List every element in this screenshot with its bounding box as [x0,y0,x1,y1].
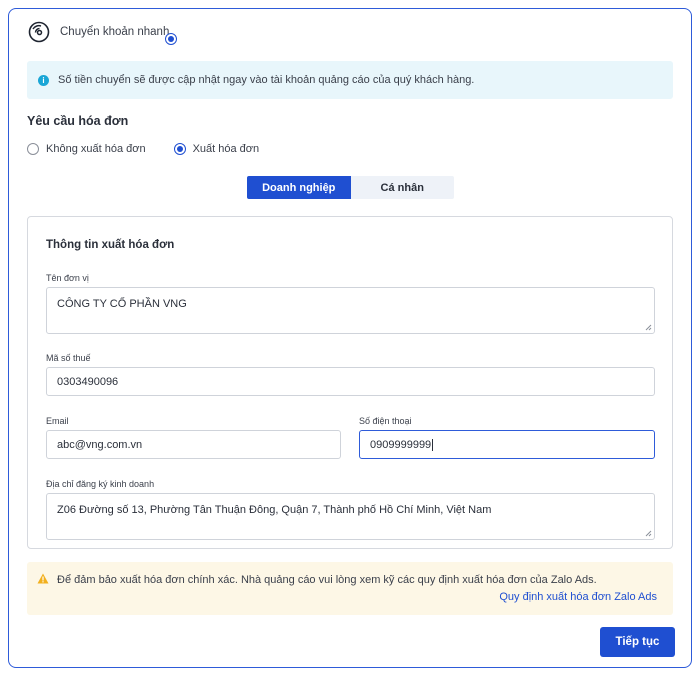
option-invoice[interactable]: Xuất hóa đơn [173,143,260,155]
payment-method-header[interactable]: Chuyển khoản nhanh [28,19,679,45]
resize-handle-icon[interactable] [644,323,652,331]
info-text: Số tiền chuyển sẽ được cập nhật ngay vào… [58,74,475,86]
invoice-info-form: Thông tin xuất hóa đơn Tên đơn vị CÔNG T… [27,216,673,549]
invoice-policy-link[interactable]: Quy định xuất hóa đơn Zalo Ads [499,591,657,603]
payment-method-card: Chuyển khoản nhanh i Số tiền chuyển sẽ đ… [8,8,692,668]
tax-code-label: Mã số thuế [46,353,91,363]
address-value: Z06 Đường số 13, Phường Tân Thuận Đông, … [57,504,492,516]
phone-value: 0909999999 [370,438,432,451]
option-invoice-label: Xuất hóa đơn [192,143,260,155]
company-name-field[interactable]: CÔNG TY CỔ PHẦN VNG [46,287,655,334]
info-banner: i Số tiền chuyển sẽ được cập nhật ngay v… [27,61,673,99]
resize-handle-icon[interactable] [644,529,652,537]
payment-method-title: Chuyển khoản nhanh [60,26,170,38]
phone-field[interactable]: 0909999999 [359,430,655,459]
email-label: Email [46,416,69,426]
tab-business[interactable]: Doanh nghiệp [247,176,351,199]
option-no-invoice[interactable]: Không xuất hóa đơn [27,143,146,155]
address-field[interactable]: Z06 Đường số 13, Phường Tân Thuận Đông, … [46,493,655,540]
phone-label: Số điện thoại [359,416,412,426]
invoice-options: Không xuất hóa đơn Xuất hóa đơn [27,143,287,155]
continue-button[interactable]: Tiếp tục [600,627,675,657]
company-name-value: CÔNG TY CỔ PHẦN VNG [57,298,187,310]
tax-code-field[interactable]: 0303490096 [46,367,655,396]
info-icon: i [38,74,49,86]
email-field[interactable]: abc@vng.com.vn [46,430,341,459]
email-value: abc@vng.com.vn [57,438,143,451]
radio-invoice[interactable] [173,143,186,155]
invoice-request-title: Yêu cầu hóa đơn [27,114,129,128]
payment-method-radio[interactable] [165,33,178,45]
option-no-invoice-label: Không xuất hóa đơn [46,143,146,155]
address-label: Địa chỉ đăng ký kinh doanh [46,479,155,489]
company-name-label: Tên đơn vị [46,273,89,283]
tab-individual[interactable]: Cá nhân [350,176,454,199]
radio-no-invoice[interactable] [27,143,39,155]
customer-type-toggle: Doanh nghiệp Cá nhân [247,176,454,199]
invoice-info-title: Thông tin xuất hóa đơn [46,239,175,251]
warning-text: Để đảm bảo xuất hóa đơn chính xác. Nhà q… [57,574,597,586]
warning-banner: Để đảm bảo xuất hóa đơn chính xác. Nhà q… [27,562,673,615]
tax-code-value: 0303490096 [57,375,119,388]
transfer-icon [28,21,50,43]
warning-icon [37,573,49,584]
text-caret [432,438,434,451]
